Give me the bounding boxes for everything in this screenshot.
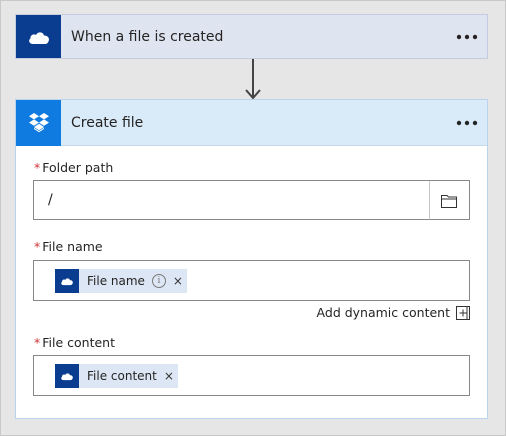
action-menu-button[interactable] — [447, 100, 487, 145]
flow-canvas: When a file is created Create file * Fol… — [0, 0, 506, 436]
info-icon[interactable]: i — [151, 274, 166, 288]
file-name-label-text: File name — [42, 239, 103, 254]
connector-arrow-icon — [245, 59, 261, 100]
remove-token-button[interactable]: × — [163, 369, 175, 383]
remove-token-button[interactable]: × — [172, 274, 184, 288]
file-name-field[interactable]: File name i × — [33, 260, 470, 301]
required-marker: * — [34, 239, 41, 254]
add-dynamic-content-button[interactable]: Add dynamic content — [317, 305, 470, 320]
folder-icon — [441, 194, 457, 208]
file-content-label: * File content — [34, 335, 115, 350]
file-name-token-label: File name — [87, 274, 145, 288]
token-icon-box — [55, 364, 79, 388]
file-name-token[interactable]: File name i × — [55, 269, 187, 293]
onedrive-cloud-icon — [61, 373, 73, 381]
action-header[interactable]: Create file — [16, 99, 487, 146]
file-content-label-text: File content — [42, 335, 115, 350]
add-dynamic-content-label: Add dynamic content — [316, 305, 450, 320]
action-icon-box — [16, 99, 61, 146]
dropbox-icon — [28, 112, 49, 132]
required-marker: * — [34, 335, 41, 350]
ellipsis-icon — [456, 34, 478, 39]
onedrive-cloud-icon — [61, 278, 73, 286]
add-content-icon — [456, 305, 470, 320]
folder-path-label: * Folder path — [34, 160, 113, 175]
trigger-icon-box — [16, 15, 61, 58]
file-content-token-label: File content — [87, 369, 157, 383]
token-icon-box — [55, 269, 79, 293]
onedrive-cloud-icon — [28, 31, 49, 44]
ellipsis-icon — [456, 120, 478, 125]
required-marker: * — [34, 160, 41, 175]
trigger-menu-button[interactable] — [447, 15, 487, 58]
folder-path-input[interactable] — [34, 181, 430, 220]
action-card: Create file * Folder path / * File name … — [15, 99, 488, 419]
folder-picker-button[interactable] — [429, 181, 469, 220]
file-content-token[interactable]: File content × — [55, 364, 178, 388]
action-title[interactable]: Create file — [71, 115, 447, 131]
file-content-field[interactable]: File content × — [33, 355, 470, 396]
file-name-label: * File name — [34, 239, 103, 254]
trigger-card[interactable]: When a file is created — [15, 14, 488, 59]
folder-path-label-text: Folder path — [42, 160, 114, 175]
folder-path-field — [33, 180, 470, 220]
trigger-title[interactable]: When a file is created — [71, 29, 447, 45]
